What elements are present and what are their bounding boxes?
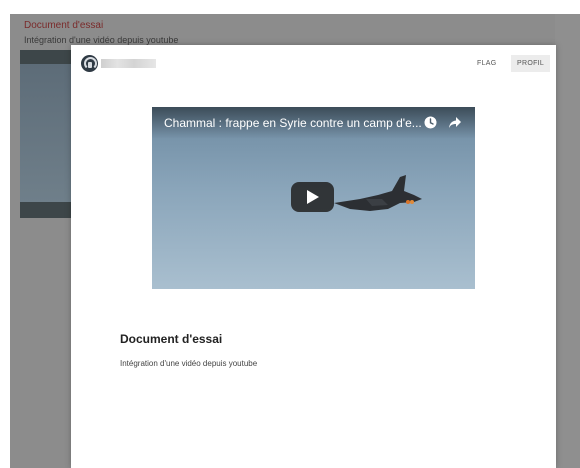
background-document-subtitle: Intégration d'une vidéo depuis youtube: [24, 35, 179, 45]
document-title: Document d'essai: [120, 332, 223, 346]
play-button[interactable]: [291, 182, 334, 212]
flag-button[interactable]: FLAG: [471, 56, 502, 72]
background-right-strip: [555, 14, 580, 468]
document-description: Intégration d'une vidéo depuis youtube: [120, 359, 258, 368]
share-icon[interactable]: [448, 116, 462, 129]
fighter-jet-image: [334, 175, 422, 211]
clock-icon[interactable]: [424, 116, 437, 129]
avatar-figure: [88, 62, 92, 68]
background-document-title: Document d'essai: [24, 20, 104, 31]
youtube-video-player[interactable]: Chammal : frappe en Syrie contre un camp…: [152, 107, 475, 289]
video-title[interactable]: Chammal : frappe en Syrie contre un camp…: [164, 116, 422, 130]
username-blurred[interactable]: [101, 59, 156, 68]
play-icon: [307, 190, 319, 204]
document-modal: FLAG PROFIL Chammal : frappe en Syrie co…: [71, 45, 556, 468]
avatar-icon[interactable]: [81, 55, 98, 72]
profil-button[interactable]: PROFIL: [511, 55, 551, 72]
